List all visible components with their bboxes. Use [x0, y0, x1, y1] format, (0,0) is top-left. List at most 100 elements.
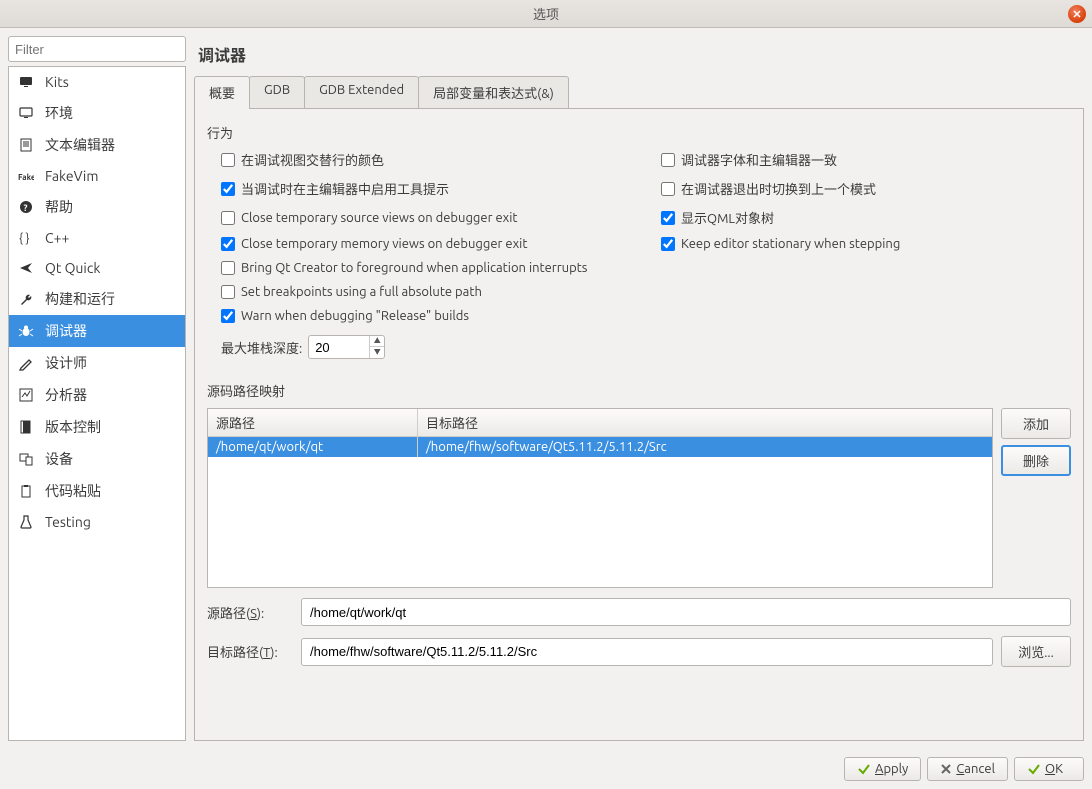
- check-label: Close temporary memory views on debugger…: [241, 237, 527, 251]
- tab-0[interactable]: 概要: [194, 76, 250, 108]
- svg-text:{ }: { }: [19, 232, 30, 245]
- wrench-icon: [17, 290, 35, 308]
- ok-button[interactable]: OK: [1014, 757, 1084, 781]
- checkbox-foreground[interactable]: [221, 261, 235, 275]
- checkbox-qml[interactable]: [661, 211, 675, 225]
- mapping-header: 源路径 目标路径: [208, 409, 992, 437]
- check-label: Set breakpoints using a full absolute pa…: [241, 285, 482, 299]
- flask-icon: [17, 513, 35, 531]
- document-icon: [17, 136, 35, 154]
- check-label: 在调试器退出时切换到上一个模式: [681, 179, 876, 198]
- category-label: 设计师: [45, 353, 87, 373]
- dialog-footer: Apply Cancel OK: [0, 749, 1092, 789]
- category-label: 环境: [45, 103, 73, 123]
- category-analyzer[interactable]: 分析器: [9, 379, 185, 411]
- checkbox-stationary[interactable]: [661, 237, 675, 251]
- checkbox-switchback[interactable]: [661, 182, 675, 196]
- right-pane: 调试器 概要GDBGDB Extended局部变量和表达式(&) 行为 在调试视…: [194, 36, 1084, 741]
- check-font-match[interactable]: 调试器字体和主编辑器一致: [661, 150, 1071, 169]
- category-label: Kits: [45, 74, 69, 90]
- check-alt-row-colors[interactable]: 在调试视图交替行的颜色: [221, 150, 651, 169]
- mapping-heading: 源码路径映射: [207, 381, 1071, 400]
- target-path-input[interactable]: [301, 638, 993, 666]
- mapping-table[interactable]: 源路径 目标路径 /home/qt/work/qt /home/fhw/soft…: [207, 408, 993, 588]
- filter-input[interactable]: [8, 36, 186, 62]
- category-cpp[interactable]: { }C++: [9, 223, 185, 253]
- category-paster[interactable]: 代码粘贴: [9, 475, 185, 507]
- category-designer[interactable]: 设计师: [9, 347, 185, 379]
- check-icon: [857, 762, 871, 776]
- spin-down-icon[interactable]: ▼: [370, 347, 384, 358]
- col-target[interactable]: 目标路径: [418, 409, 992, 436]
- mapping-row[interactable]: /home/qt/work/qt /home/fhw/software/Qt5.…: [208, 437, 992, 457]
- paste-icon: [17, 482, 35, 500]
- target-path-row: 目标路径(T): 浏览...: [207, 636, 1071, 667]
- svg-text:Fake: Fake: [18, 173, 34, 182]
- monitor-icon: [17, 73, 35, 91]
- vcs-icon: [17, 418, 35, 436]
- close-button[interactable]: [1068, 5, 1086, 23]
- checkbox-close-src[interactable]: [221, 211, 235, 225]
- check-label: Keep editor stationary when stepping: [681, 237, 900, 251]
- question-icon: ?: [17, 198, 35, 216]
- check-stationary[interactable]: Keep editor stationary when stepping: [661, 237, 1071, 251]
- check-qml-tree[interactable]: 显示QML对象树: [661, 208, 1071, 227]
- stack-depth-input[interactable]: [309, 340, 369, 355]
- browse-button[interactable]: 浏览...: [1001, 636, 1071, 667]
- checkbox-font[interactable]: [661, 153, 675, 167]
- checkbox-absbp[interactable]: [221, 285, 235, 299]
- check-label: Bring Qt Creator to foreground when appl…: [241, 261, 587, 275]
- source-path-input[interactable]: [301, 598, 1071, 626]
- pencil-icon: [17, 354, 35, 372]
- check-tooltips[interactable]: 当调试时在主编辑器中启用工具提示: [221, 179, 651, 198]
- check-switch-back[interactable]: 在调试器退出时切换到上一个模式: [661, 179, 1071, 198]
- checkbox-alt-row[interactable]: [221, 153, 235, 167]
- check-close-source[interactable]: Close temporary source views on debugger…: [221, 208, 651, 227]
- window-title: 选项: [533, 4, 559, 23]
- devices-icon: [17, 450, 35, 468]
- category-help[interactable]: ?帮助: [9, 191, 185, 223]
- ok-label: OK: [1045, 762, 1063, 776]
- apply-button[interactable]: Apply: [844, 757, 921, 781]
- cancel-button[interactable]: Cancel: [927, 757, 1008, 781]
- category-qtquick[interactable]: Qt Quick: [9, 253, 185, 283]
- category-texteditor[interactable]: 文本编辑器: [9, 129, 185, 161]
- category-debugger[interactable]: 调试器: [9, 315, 185, 347]
- titlebar: 选项: [0, 0, 1092, 28]
- tab-1[interactable]: GDB: [249, 76, 305, 108]
- category-buildrun[interactable]: 构建和运行: [9, 283, 185, 315]
- category-devices[interactable]: 设备: [9, 443, 185, 475]
- tab-3[interactable]: 局部变量和表达式(&): [418, 76, 569, 108]
- category-kits[interactable]: Kits: [9, 67, 185, 97]
- category-vcs[interactable]: 版本控制: [9, 411, 185, 443]
- category-env[interactable]: 环境: [9, 97, 185, 129]
- checkbox-tooltips[interactable]: [221, 182, 235, 196]
- apply-label: Apply: [875, 762, 908, 776]
- stack-depth-label: 最大堆栈深度:: [221, 338, 302, 357]
- cancel-label: Cancel: [956, 762, 995, 776]
- category-label: Testing: [45, 514, 91, 530]
- spin-up-icon[interactable]: ▲: [370, 336, 384, 347]
- category-testing[interactable]: Testing: [9, 507, 185, 537]
- delete-button[interactable]: 删除: [1001, 445, 1071, 476]
- tab-body: 行为 在调试视图交替行的颜色 调试器字体和主编辑器一致 当调试时在主编辑器中启用…: [194, 109, 1084, 741]
- add-button[interactable]: 添加: [1001, 408, 1071, 439]
- stack-depth-spinbox[interactable]: ▲ ▼: [308, 335, 385, 359]
- cell-target: /home/fhw/software/Qt5.11.2/5.11.2/Src: [418, 437, 992, 457]
- checkbox-warnrel[interactable]: [221, 309, 235, 323]
- check-label: 调试器字体和主编辑器一致: [681, 150, 837, 169]
- col-source[interactable]: 源路径: [208, 409, 418, 436]
- checkbox-close-mem[interactable]: [221, 237, 235, 251]
- check-label: 显示QML对象树: [681, 208, 774, 227]
- check-warn-release[interactable]: Warn when debugging "Release" builds: [221, 309, 1071, 323]
- stack-depth-row: 最大堆栈深度: ▲ ▼: [207, 335, 1071, 359]
- check-label: 当调试时在主编辑器中启用工具提示: [241, 179, 449, 198]
- check-foreground[interactable]: Bring Qt Creator to foreground when appl…: [221, 261, 1071, 275]
- check-abs-breakpoints[interactable]: Set breakpoints using a full absolute pa…: [221, 285, 1071, 299]
- left-pane: Kits 环境文本编辑器 Fake FakeVim ?帮助{ }C++Qt Quick构…: [8, 36, 186, 741]
- check-close-memory[interactable]: Close temporary memory views on debugger…: [221, 237, 651, 251]
- category-label: FakeVim: [45, 168, 98, 184]
- check-label: 在调试视图交替行的颜色: [241, 150, 384, 169]
- category-fakevim[interactable]: Fake FakeVim: [9, 161, 185, 191]
- tab-2[interactable]: GDB Extended: [304, 76, 419, 108]
